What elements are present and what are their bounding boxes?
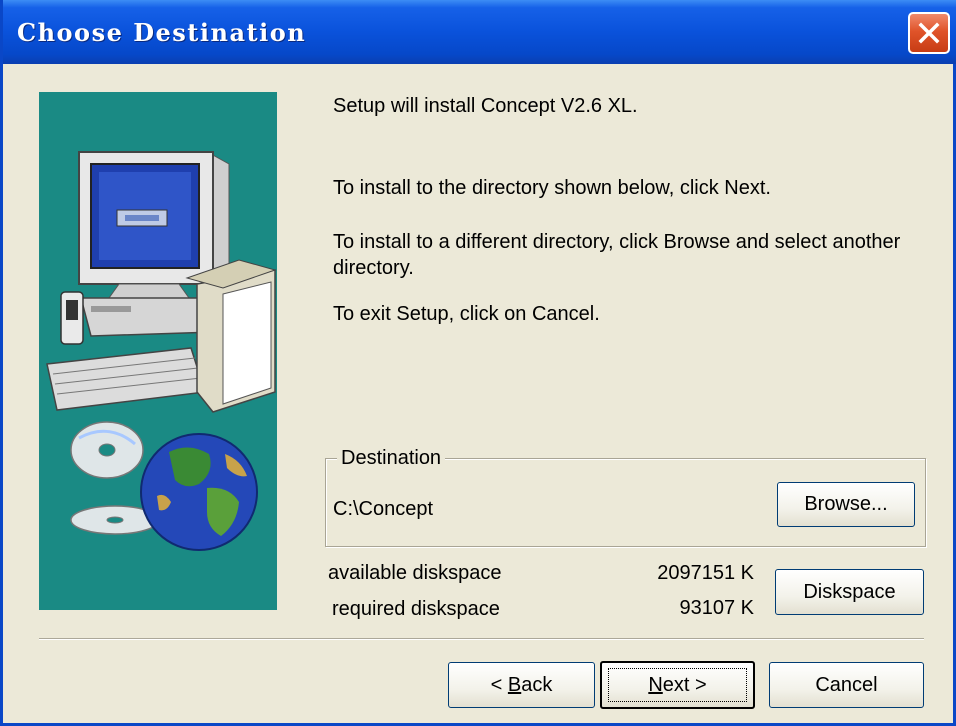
focus-rectangle [608, 668, 747, 702]
computer-illustration [46, 151, 277, 413]
intro-text: Setup will install Concept V2.6 XL. [333, 95, 638, 117]
back-button-rest: ack [521, 673, 553, 696]
close-icon [918, 22, 940, 44]
available-diskspace-label: available diskspace [328, 562, 502, 584]
back-button-prefix: < [490, 673, 508, 696]
close-button[interactable] [908, 12, 950, 54]
back-button[interactable]: < Back [448, 662, 595, 708]
setup-illustration [39, 92, 277, 610]
available-diskspace-value: 2097151 K [657, 562, 754, 584]
window-title: Choose Destination [17, 18, 307, 47]
required-diskspace-value: 93107 K [679, 597, 754, 619]
back-button-mnemonic: B [507, 673, 522, 696]
separator [39, 638, 924, 640]
next-button[interactable]: Next > [600, 661, 755, 709]
title-bar[interactable]: Choose Destination [3, 0, 956, 64]
instruction-browse: To install to a different directory, cli… [333, 231, 901, 279]
browse-button[interactable]: Browse... [777, 482, 915, 527]
cancel-button[interactable]: Cancel [769, 662, 924, 708]
diskspace-button[interactable]: Diskspace [775, 569, 924, 615]
destination-legend: Destination [337, 447, 446, 470]
setup-dialog: Choose Destination Setup will install Co… [0, 0, 956, 726]
globe-illustration [140, 433, 258, 551]
instruction-cancel: To exit Setup, click on Cancel. [333, 303, 600, 325]
required-diskspace-label: required diskspace [332, 598, 500, 620]
instruction-next: To install to the directory shown below,… [333, 177, 771, 199]
destination-path: C:\Concept [333, 498, 434, 520]
